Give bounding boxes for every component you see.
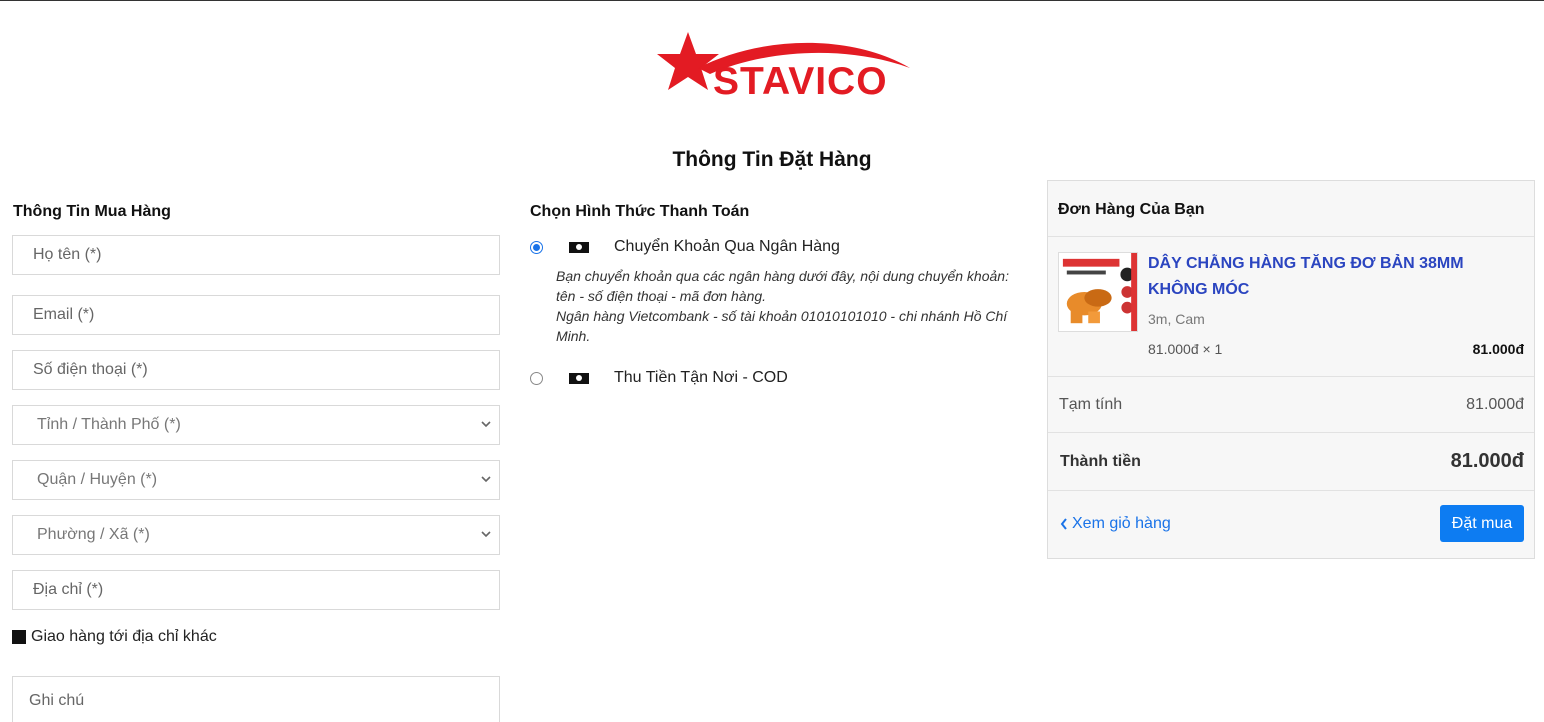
total-row: Thành tiền 81.000đ <box>1048 433 1534 491</box>
ward-select[interactable]: Phường / Xã (*) <box>12 515 500 555</box>
order-item: DÂY CHẰNG HÀNG TĂNG ĐƠ BẢN 38MM KHÔNG MÓ… <box>1048 237 1534 377</box>
total-value: 81.000đ <box>1450 450 1524 472</box>
ship-other-address-checkbox[interactable]: Giao hàng tới địa chỉ khác <box>12 628 217 646</box>
chevron-down-icon <box>481 476 491 483</box>
ship-other-address-label: Giao hàng tới địa chỉ khác <box>31 628 217 645</box>
ward-select-value: Phường / Xã (*) <box>37 526 150 543</box>
buyer-info-title: Thông Tin Mua Hàng <box>13 203 171 220</box>
bank-desc-line2: Ngân hàng Vietcombank - số tài khoản 010… <box>556 308 1008 344</box>
order-title: Đơn Hàng Của Bạn <box>1048 181 1534 237</box>
payment-option-bank[interactable]: Chuyển Khoản Qua Ngân Hàng <box>530 238 840 256</box>
province-select-value: Tỉnh / Thành Phố (*) <box>37 416 181 433</box>
email-input[interactable]: Email (*) <box>12 295 500 335</box>
subtotal-row: Tạm tính 81.000đ <box>1048 377 1534 433</box>
note-textarea[interactable]: Ghi chú <box>12 676 500 722</box>
order-actions: Xem giỏ hàng Đặt mua <box>1048 491 1534 558</box>
chevron-down-icon <box>481 421 491 428</box>
product-thumbnail[interactable] <box>1058 252 1138 332</box>
stavico-logo[interactable]: STAVICO <box>640 28 915 106</box>
payment-option-cod[interactable]: Thu Tiền Tận Nơi - COD <box>530 369 788 387</box>
chevron-down-icon <box>481 531 491 538</box>
checkbox-icon[interactable] <box>12 630 26 644</box>
subtotal-value: 81.000đ <box>1466 396 1524 413</box>
view-cart-link[interactable]: Xem giỏ hàng <box>1060 515 1171 533</box>
bank-transfer-radio[interactable] <box>530 240 543 254</box>
district-select[interactable]: Quận / Huyện (*) <box>12 460 500 500</box>
province-select[interactable]: Tỉnh / Thành Phố (*) <box>12 405 500 445</box>
place-order-button[interactable]: Đặt mua <box>1440 505 1524 542</box>
chevron-left-icon <box>1060 518 1067 530</box>
district-select-value: Quận / Huyện (*) <box>37 471 158 488</box>
fullname-input[interactable]: Họ tên (*) <box>12 235 500 275</box>
money-icon <box>569 372 589 384</box>
top-border <box>0 0 1544 1</box>
cod-label: Thu Tiền Tận Nơi - COD <box>614 369 788 386</box>
product-line-total: 81.000đ <box>1472 341 1524 357</box>
bank-transfer-description: Bạn chuyển khoản qua các ngân hàng dưới … <box>556 266 1016 346</box>
cod-radio[interactable] <box>530 371 543 385</box>
page-title: Thông Tin Đặt Hàng <box>672 148 872 171</box>
address-input[interactable]: Địa chỉ (*) <box>12 570 500 610</box>
bank-transfer-label: Chuyển Khoản Qua Ngân Hàng <box>614 238 840 255</box>
product-name-link[interactable]: DÂY CHẰNG HÀNG TĂNG ĐƠ BẢN 38MM KHÔNG MÓ… <box>1148 251 1508 303</box>
money-icon <box>569 241 589 253</box>
subtotal-label: Tạm tính <box>1059 396 1123 413</box>
product-image-icon <box>1059 253 1137 331</box>
view-cart-label: Xem giỏ hàng <box>1072 515 1171 532</box>
bank-desc-line1: Bạn chuyển khoản qua các ngân hàng dưới … <box>556 268 1009 304</box>
product-price-qty: 81.000đ × 1 <box>1148 341 1223 357</box>
total-label: Thành tiền <box>1060 453 1141 470</box>
payment-title: Chọn Hình Thức Thanh Toán <box>530 203 750 220</box>
order-summary: Đơn Hàng Của Bạn DÂY CHẰNG HÀNG TĂNG ĐƠ … <box>1047 180 1535 559</box>
brand-name: STAVICO <box>713 60 888 103</box>
product-variant: 3m, Cam <box>1148 311 1205 327</box>
phone-input[interactable]: Số điện thoại (*) <box>12 350 500 390</box>
